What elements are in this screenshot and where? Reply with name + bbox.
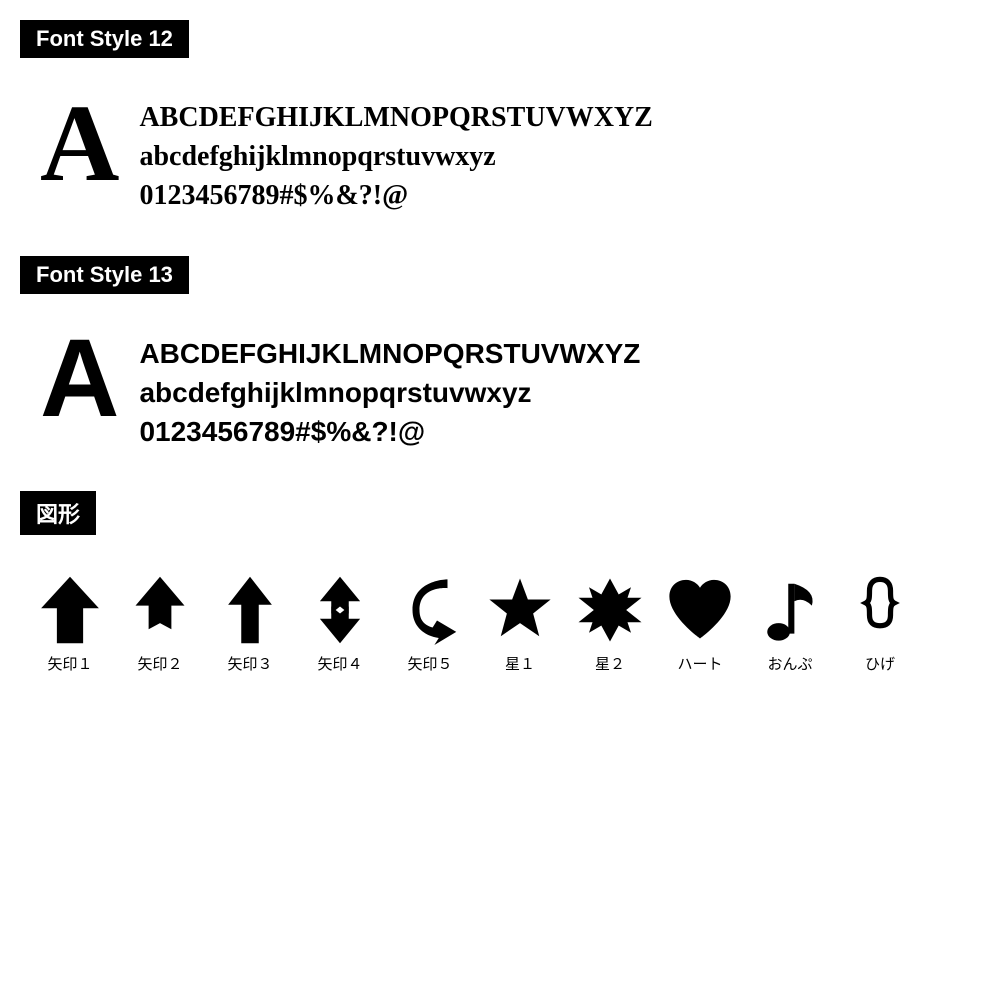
arrow3-icon (215, 575, 285, 645)
shape-label-heart: ハート (677, 653, 722, 674)
font-style-13-demo: A ABCDEFGHIJKLMNOPQRSTUVWXYZ abcdefghijk… (20, 314, 980, 462)
arrow5-icon (395, 575, 465, 645)
star2-icon (575, 575, 645, 645)
font-style-12-line-1: ABCDEFGHIJKLMNOPQRSTUVWXYZ (139, 98, 652, 137)
shape-label-arrow1: 矢印１ (47, 653, 92, 674)
shape-item-arrow5: 矢印５ (390, 575, 470, 674)
shape-item-arrow1: 矢印１ (30, 575, 110, 674)
font-style-13-header: Font Style 13 (20, 256, 189, 294)
font-style-13-section: Font Style 13 A ABCDEFGHIJKLMNOPQRSTUVWX… (20, 256, 980, 462)
font-style-13-line-2: abcdefghijklmnopqrstuvwxyz (139, 373, 640, 412)
shape-item-star1: 星１ (480, 575, 560, 674)
shape-label-arrow4: 矢印４ (317, 653, 362, 674)
shapes-section: 図形 矢印１ 矢印２ (20, 491, 980, 674)
font-style-12-char-lines: ABCDEFGHIJKLMNOPQRSTUVWXYZ abcdefghijklm… (139, 88, 652, 216)
font-style-13-char-lines: ABCDEFGHIJKLMNOPQRSTUVWXYZ abcdefghijklm… (139, 324, 640, 452)
moustache-icon (845, 575, 915, 645)
shape-item-music: おんぷ (750, 575, 830, 674)
shape-item-moustache: ひげ (840, 575, 920, 674)
shape-label-arrow3: 矢印３ (227, 653, 272, 674)
shape-item-star2: 星２ (570, 575, 650, 674)
shape-label-star1: 星１ (505, 653, 535, 674)
music-icon (755, 575, 825, 645)
arrow1-icon (35, 575, 105, 645)
arrow4-icon (305, 575, 375, 645)
font-style-13-line-3: 0123456789#$%&?!@ (139, 412, 640, 451)
font-style-12-header: Font Style 12 (20, 20, 189, 58)
shape-label-music: おんぷ (767, 653, 812, 674)
shape-label-moustache: ひげ (865, 653, 895, 674)
shape-item-heart: ハート (660, 575, 740, 674)
shapes-header: 図形 (20, 491, 96, 535)
font-style-12-section: Font Style 12 A ABCDEFGHIJKLMNOPQRSTUVWX… (20, 20, 980, 226)
heart-icon (665, 575, 735, 645)
font-style-12-line-2: abcdefghijklmnopqrstuvwxyz (139, 137, 652, 176)
arrow2-icon (125, 575, 195, 645)
shape-label-arrow2: 矢印２ (137, 653, 182, 674)
shape-label-arrow5: 矢印５ (407, 653, 452, 674)
shape-label-star2: 星２ (595, 653, 625, 674)
font-style-12-big-letter: A (40, 88, 119, 198)
font-style-13-line-1: ABCDEFGHIJKLMNOPQRSTUVWXYZ (139, 334, 640, 373)
font-style-12-demo: A ABCDEFGHIJKLMNOPQRSTUVWXYZ abcdefghijk… (20, 78, 980, 226)
star1-icon (485, 575, 555, 645)
shape-item-arrow4: 矢印４ (300, 575, 380, 674)
shapes-grid: 矢印１ 矢印２ 矢印３ (20, 555, 980, 674)
font-style-13-big-letter: A (40, 324, 119, 434)
font-style-12-line-3: 0123456789#$%&?!@ (139, 176, 652, 215)
shape-item-arrow2: 矢印２ (120, 575, 200, 674)
shape-item-arrow3: 矢印３ (210, 575, 290, 674)
